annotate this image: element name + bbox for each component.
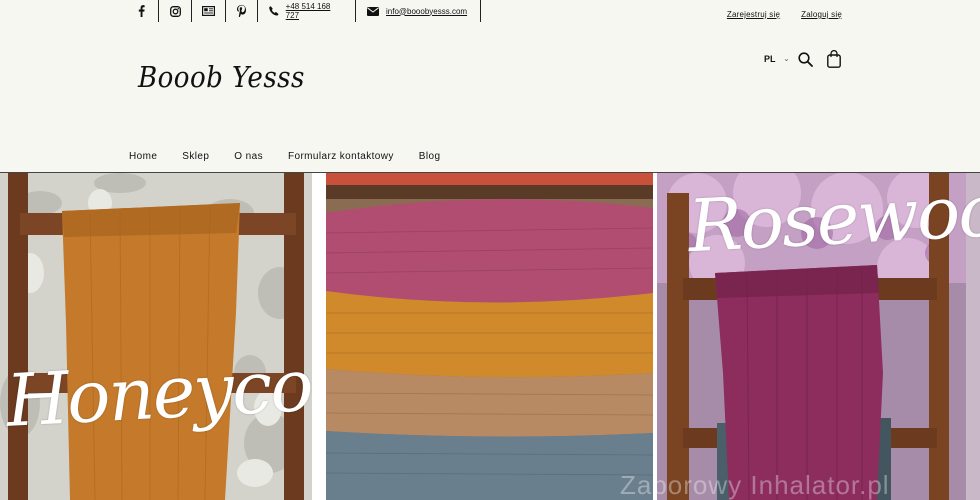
top-bar: +48 514 168 727 info@booobyesss.com Zare… xyxy=(0,0,980,22)
nav-about[interactable]: O nas xyxy=(234,151,263,162)
search-icon xyxy=(798,51,814,67)
honeycomb-illustration xyxy=(0,173,312,500)
search-button[interactable] xyxy=(798,51,814,67)
nav-shop[interactable]: Sklep xyxy=(182,151,209,162)
fabric-stack-illustration xyxy=(326,173,653,500)
instagram-icon xyxy=(169,5,181,17)
language-label: PL xyxy=(764,54,776,64)
register-link[interactable]: Zarejestruj się xyxy=(727,10,780,19)
social-links: +48 514 168 727 info@booobyesss.com xyxy=(127,0,481,22)
envelope-icon xyxy=(367,6,379,16)
email-link[interactable]: info@booobyesss.com xyxy=(356,0,481,22)
watermark: Zaporowy Inhalator.pl xyxy=(620,470,890,500)
site-logo[interactable]: Booob Yesss xyxy=(138,60,305,94)
account-links: Zarejestruj się Zaloguj się xyxy=(727,10,842,19)
header-tools: PL ⌄ xyxy=(764,49,842,69)
cart-button[interactable] xyxy=(827,50,842,68)
pinterest-link[interactable] xyxy=(226,0,258,22)
fabric-stack-photo[interactable] xyxy=(326,173,653,500)
instagram-link[interactable] xyxy=(159,0,192,22)
facebook-link[interactable] xyxy=(127,0,159,22)
phone-link[interactable]: +48 514 168 727 xyxy=(258,0,356,22)
facebook-icon xyxy=(138,5,145,17)
chevron-down-icon: ⌄ xyxy=(783,56,790,63)
shopping-bag-icon xyxy=(827,50,842,68)
phone-number: +48 514 168 727 xyxy=(285,2,331,20)
newsletter-link[interactable] xyxy=(192,0,226,22)
pinterest-icon xyxy=(237,5,246,17)
nav-blog[interactable]: Blog xyxy=(419,151,441,162)
main-nav: Home Sklep O nas Formularz kontaktowy Bl… xyxy=(129,151,465,162)
nav-contact-form[interactable]: Formularz kontaktowy xyxy=(288,151,394,162)
honeycomb-photo[interactable]: Honeycomb xyxy=(0,173,312,500)
rosewood-title: Rosewood xyxy=(686,165,980,269)
phone-icon xyxy=(269,6,279,16)
nav-home[interactable]: Home xyxy=(129,151,157,162)
language-selector[interactable]: PL ⌄ xyxy=(764,54,789,64)
email-address: info@booobyesss.com xyxy=(386,6,468,16)
newspaper-icon xyxy=(202,6,215,16)
login-link[interactable]: Zaloguj się xyxy=(801,10,842,19)
